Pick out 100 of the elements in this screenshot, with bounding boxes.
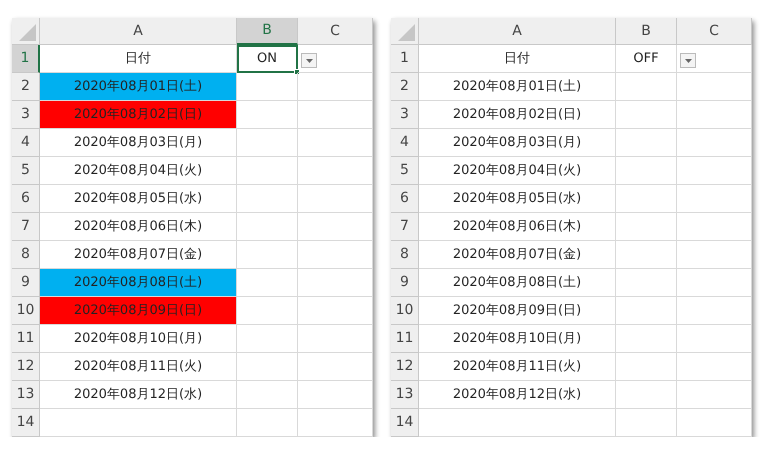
- table-cell[interactable]: 2020年08月04日(火): [40, 157, 237, 185]
- row-header[interactable]: 8: [12, 241, 40, 269]
- row-header[interactable]: 10: [12, 297, 40, 325]
- table-cell[interactable]: 2020年08月08日(土): [419, 269, 616, 297]
- table-cell[interactable]: 2020年08月10日(月): [419, 325, 616, 353]
- table-cell[interactable]: [677, 45, 752, 73]
- table-cell[interactable]: [237, 101, 298, 129]
- table-cell[interactable]: [298, 381, 373, 409]
- row-header[interactable]: 4: [391, 129, 419, 157]
- row-header[interactable]: 1: [391, 45, 419, 73]
- table-cell[interactable]: 2020年08月07日(金): [419, 241, 616, 269]
- column-header[interactable]: A: [419, 18, 616, 45]
- table-cell[interactable]: 2020年08月04日(火): [419, 157, 616, 185]
- table-cell[interactable]: 日付: [419, 45, 616, 73]
- table-cell[interactable]: [616, 381, 677, 409]
- table-cell[interactable]: 2020年08月01日(土): [419, 73, 616, 101]
- table-cell[interactable]: [677, 129, 752, 157]
- table-cell[interactable]: [237, 381, 298, 409]
- table-cell[interactable]: 2020年08月10日(月): [40, 325, 237, 353]
- row-header[interactable]: 11: [12, 325, 40, 353]
- table-cell[interactable]: [298, 241, 373, 269]
- table-cell[interactable]: [677, 353, 752, 381]
- table-cell[interactable]: [677, 101, 752, 129]
- row-header[interactable]: 1: [12, 45, 40, 73]
- table-cell[interactable]: ON: [237, 45, 298, 73]
- row-header[interactable]: 6: [12, 185, 40, 213]
- table-cell[interactable]: [616, 101, 677, 129]
- row-header[interactable]: 4: [12, 129, 40, 157]
- table-cell[interactable]: [237, 241, 298, 269]
- row-header[interactable]: 3: [12, 101, 40, 129]
- table-cell[interactable]: [237, 353, 298, 381]
- table-cell[interactable]: 2020年08月11日(火): [40, 353, 237, 381]
- table-cell[interactable]: [237, 325, 298, 353]
- table-cell[interactable]: [616, 409, 677, 437]
- table-cell[interactable]: [677, 297, 752, 325]
- table-cell[interactable]: [298, 101, 373, 129]
- table-cell[interactable]: OFF: [616, 45, 677, 73]
- table-cell[interactable]: [40, 409, 237, 437]
- table-cell[interactable]: [616, 353, 677, 381]
- table-cell[interactable]: [298, 157, 373, 185]
- select-all-corner[interactable]: [391, 18, 419, 45]
- row-header[interactable]: 3: [391, 101, 419, 129]
- table-cell[interactable]: [677, 157, 752, 185]
- table-cell[interactable]: [237, 297, 298, 325]
- table-cell[interactable]: 2020年08月02日(日): [40, 101, 237, 129]
- table-cell[interactable]: [237, 213, 298, 241]
- table-cell[interactable]: [298, 73, 373, 101]
- table-cell[interactable]: [419, 409, 616, 437]
- table-cell[interactable]: [237, 73, 298, 101]
- row-header[interactable]: 6: [391, 185, 419, 213]
- table-cell[interactable]: [616, 297, 677, 325]
- table-cell[interactable]: 2020年08月03日(月): [40, 129, 237, 157]
- row-header[interactable]: 14: [391, 409, 419, 437]
- table-cell[interactable]: [677, 213, 752, 241]
- select-all-corner[interactable]: [12, 18, 40, 45]
- table-cell[interactable]: [677, 409, 752, 437]
- dropdown-button[interactable]: [680, 53, 696, 68]
- table-cell[interactable]: [298, 213, 373, 241]
- table-cell[interactable]: 2020年08月02日(日): [419, 101, 616, 129]
- table-cell[interactable]: [677, 241, 752, 269]
- table-cell[interactable]: [616, 129, 677, 157]
- table-cell[interactable]: [677, 381, 752, 409]
- table-cell[interactable]: 2020年08月06日(木): [419, 213, 616, 241]
- column-header[interactable]: C: [298, 18, 373, 45]
- row-header[interactable]: 9: [12, 269, 40, 297]
- table-cell[interactable]: [237, 129, 298, 157]
- table-cell[interactable]: [616, 325, 677, 353]
- table-cell[interactable]: 2020年08月12日(水): [419, 381, 616, 409]
- table-cell[interactable]: [677, 269, 752, 297]
- table-cell[interactable]: [298, 185, 373, 213]
- column-header[interactable]: B: [237, 18, 298, 45]
- table-cell[interactable]: [237, 409, 298, 437]
- table-cell[interactable]: [298, 409, 373, 437]
- table-cell[interactable]: [677, 185, 752, 213]
- row-header[interactable]: 5: [391, 157, 419, 185]
- table-cell[interactable]: [616, 157, 677, 185]
- table-cell[interactable]: 2020年08月05日(水): [419, 185, 616, 213]
- table-cell[interactable]: [298, 129, 373, 157]
- table-cell[interactable]: [677, 325, 752, 353]
- table-cell[interactable]: [298, 353, 373, 381]
- table-cell[interactable]: 2020年08月06日(木): [40, 213, 237, 241]
- row-header[interactable]: 12: [12, 353, 40, 381]
- table-cell[interactable]: 2020年08月09日(日): [419, 297, 616, 325]
- table-cell[interactable]: 2020年08月08日(土): [40, 269, 237, 297]
- table-cell[interactable]: [237, 185, 298, 213]
- column-header[interactable]: A: [40, 18, 237, 45]
- table-cell[interactable]: [237, 269, 298, 297]
- row-header[interactable]: 11: [391, 325, 419, 353]
- column-header[interactable]: C: [677, 18, 752, 45]
- row-header[interactable]: 2: [12, 73, 40, 101]
- table-cell[interactable]: [616, 269, 677, 297]
- row-header[interactable]: 8: [391, 241, 419, 269]
- row-header[interactable]: 7: [391, 213, 419, 241]
- dropdown-button[interactable]: [301, 53, 317, 68]
- column-header[interactable]: B: [616, 18, 677, 45]
- table-cell[interactable]: 2020年08月09日(日): [40, 297, 237, 325]
- row-header[interactable]: 9: [391, 269, 419, 297]
- table-cell[interactable]: 2020年08月11日(火): [419, 353, 616, 381]
- table-cell[interactable]: [616, 185, 677, 213]
- row-header[interactable]: 2: [391, 73, 419, 101]
